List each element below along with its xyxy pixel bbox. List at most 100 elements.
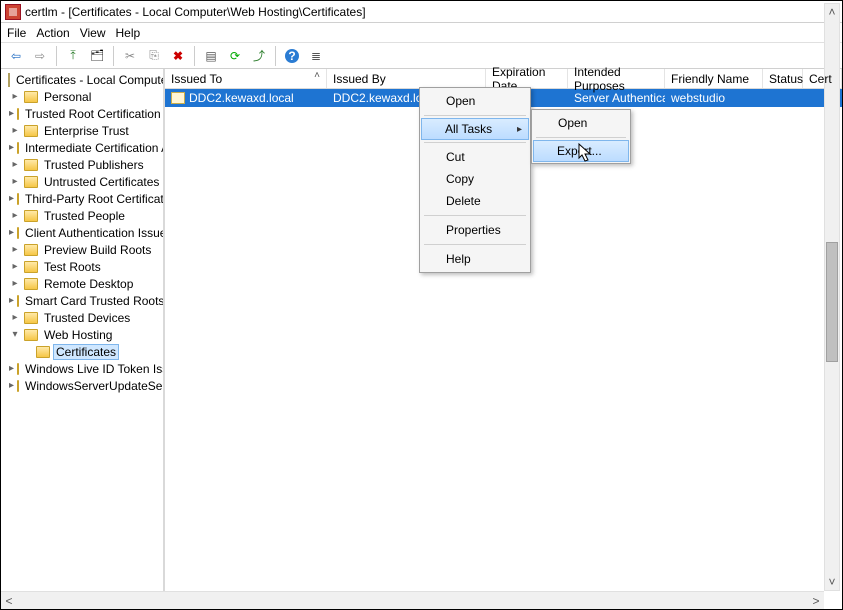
expand-icon[interactable]: ▸: [9, 261, 21, 272]
ctx-open[interactable]: Open: [422, 90, 528, 112]
expand-icon[interactable]: ▸: [9, 176, 21, 187]
tree-item[interactable]: ▸Trusted People: [1, 207, 163, 224]
expand-icon[interactable]: ▸: [9, 210, 21, 221]
separator: [275, 46, 276, 66]
expand-icon[interactable]: ▸: [9, 312, 21, 323]
tree-item[interactable]: ▸Remote Desktop: [1, 275, 163, 292]
menu-file[interactable]: File: [7, 26, 26, 40]
col-expiration[interactable]: Expiration Date: [486, 69, 568, 88]
tree-item-certificates[interactable]: Certificates: [1, 343, 163, 360]
folder-icon: [24, 125, 38, 137]
folder-icon: [17, 108, 19, 120]
tree-item-label: Preview Build Roots: [41, 242, 154, 258]
folder-icon: [24, 210, 38, 222]
tree-item[interactable]: ▸ Trusted Publishers: [1, 156, 163, 173]
ctx-copy[interactable]: Copy: [422, 168, 528, 190]
tree-item[interactable]: ▸ Smart Card Trusted Roots: [1, 292, 163, 309]
expand-icon[interactable]: ▸: [9, 295, 14, 306]
col-intended-purposes[interactable]: Intended Purposes: [568, 69, 665, 88]
tree-item[interactable]: ▸ Intermediate Certification Au: [1, 139, 163, 156]
horizontal-scrollbar[interactable]: ˂ ˃: [1, 591, 824, 609]
up-button[interactable]: [62, 45, 84, 67]
tree-item[interactable]: ▸Client Authentication Issuers: [1, 224, 163, 241]
context-menu[interactable]: Open All Tasks Cut Copy Delete Propertie…: [419, 87, 531, 273]
tree-item-label: Enterprise Trust: [41, 123, 132, 139]
tree-item[interactable]: ▾ Web Hosting: [1, 326, 163, 343]
expand-icon[interactable]: ▸: [9, 244, 21, 255]
refresh-button[interactable]: [224, 45, 246, 67]
expand-icon[interactable]: ▾: [9, 329, 21, 340]
tree-root[interactable]: Certificates - Local Computer: [1, 71, 163, 88]
expand-icon[interactable]: ▸: [9, 125, 21, 136]
properties-button[interactable]: [200, 45, 222, 67]
menubar[interactable]: File Action View Help: [1, 23, 842, 43]
tree-pane[interactable]: Certificates - Local Computer ▸Personal▸…: [1, 69, 165, 591]
tree-item[interactable]: ▸Test Roots: [1, 258, 163, 275]
folder-icon: [24, 91, 38, 103]
ctx-sub-export[interactable]: Export...: [533, 140, 629, 162]
separator: [424, 115, 526, 116]
expand-icon[interactable]: ▸: [9, 193, 14, 204]
view-list-button[interactable]: [305, 45, 327, 67]
scroll-right-icon[interactable]: ˃: [808, 594, 824, 608]
tree-item-label: Smart Card Trusted Roots: [22, 293, 165, 309]
cut-button[interactable]: [119, 45, 141, 67]
ctx-all-tasks[interactable]: All Tasks: [421, 118, 529, 140]
col-issued-by[interactable]: Issued By: [327, 69, 486, 88]
tree-item-label: Windows Live ID Token Issuer: [22, 361, 165, 377]
scroll-thumb[interactable]: [826, 242, 838, 362]
ctx-cut[interactable]: Cut: [422, 146, 528, 168]
ctx-delete[interactable]: Delete: [422, 190, 528, 212]
expand-icon[interactable]: ▸: [9, 142, 14, 153]
tree-item-label: Web Hosting: [41, 327, 115, 343]
tree-item[interactable]: ▸ WindowsServerUpdateService: [1, 377, 163, 394]
expand-icon[interactable]: ▸: [9, 108, 14, 119]
col-cert-template[interactable]: Cert: [803, 69, 842, 88]
tree-item-label: Third-Party Root Certification: [22, 191, 165, 207]
delete-button[interactable]: [167, 45, 189, 67]
column-headers[interactable]: Issued To Issued By Expiration Date Inte…: [165, 69, 842, 89]
export-list-button[interactable]: [248, 45, 270, 67]
tree-item-label: Untrusted Certificates: [41, 174, 162, 190]
tree-item-label: Intermediate Certification Au: [22, 140, 165, 156]
app-icon: [5, 4, 21, 20]
folder-icon: [24, 329, 38, 341]
context-submenu-all-tasks[interactable]: Open Export...: [531, 109, 631, 164]
back-button[interactable]: [5, 45, 27, 67]
expand-icon[interactable]: ▸: [9, 91, 21, 102]
show-tree-button[interactable]: [86, 45, 108, 67]
help-button[interactable]: [281, 45, 303, 67]
expand-icon[interactable]: ▸: [9, 363, 14, 374]
scroll-down-icon[interactable]: ˅: [825, 574, 839, 590]
folder-icon: [24, 261, 38, 273]
ctx-help[interactable]: Help: [422, 248, 528, 270]
tree-item[interactable]: ▸ Enterprise Trust: [1, 122, 163, 139]
tree-item[interactable]: ▸ Trusted Root Certification Au: [1, 105, 163, 122]
tree-item[interactable]: ▸ Untrusted Certificates: [1, 173, 163, 190]
tree-item-label: Trusted Root Certification Au: [22, 106, 165, 122]
expand-icon[interactable]: ▸: [9, 227, 14, 238]
ctx-properties[interactable]: Properties: [422, 219, 528, 241]
window-scrollbar-vertical[interactable]: ˄ ˅: [824, 3, 840, 591]
scroll-left-icon[interactable]: ˂: [1, 594, 17, 608]
tree-item[interactable]: ▸ Third-Party Root Certification: [1, 190, 163, 207]
expand-icon[interactable]: ▸: [9, 159, 21, 170]
menu-action[interactable]: Action: [36, 26, 69, 40]
menu-help[interactable]: Help: [116, 26, 141, 40]
col-issued-to[interactable]: Issued To: [165, 69, 327, 88]
expand-icon[interactable]: ▸: [9, 380, 14, 391]
scroll-up-icon[interactable]: ˄: [825, 4, 839, 20]
col-friendly-name[interactable]: Friendly Name: [665, 69, 763, 88]
tree-item[interactable]: ▸ Windows Live ID Token Issuer: [1, 360, 163, 377]
menu-view[interactable]: View: [80, 26, 106, 40]
tree-item-label: Trusted Publishers: [41, 157, 147, 173]
tree-item-label: WindowsServerUpdateService: [22, 378, 165, 394]
ctx-sub-open[interactable]: Open: [534, 112, 628, 134]
tree-item[interactable]: ▸ Preview Build Roots: [1, 241, 163, 258]
tree-item[interactable]: ▸Trusted Devices: [1, 309, 163, 326]
copy-button[interactable]: [143, 45, 165, 67]
tree-item[interactable]: ▸Personal: [1, 88, 163, 105]
forward-button[interactable]: [29, 45, 51, 67]
col-status[interactable]: Status: [763, 69, 803, 88]
expand-icon[interactable]: ▸: [9, 278, 21, 289]
